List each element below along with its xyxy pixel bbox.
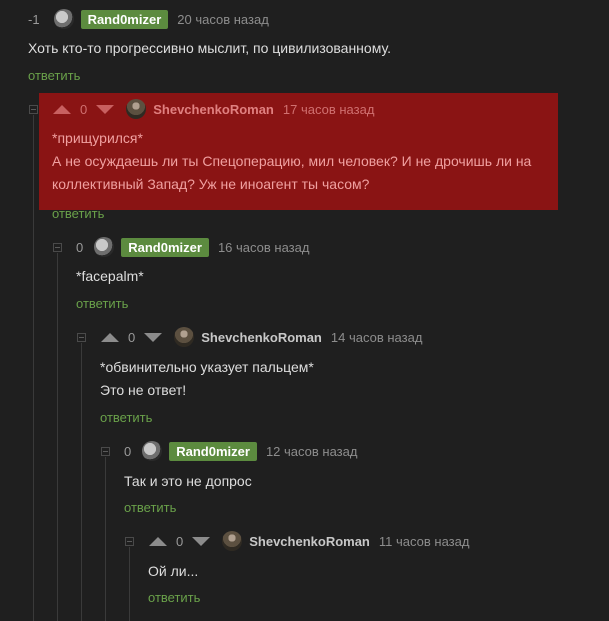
collapse-toggle[interactable] <box>101 447 110 456</box>
timestamp[interactable]: 11 часов назад <box>379 534 470 549</box>
collapse-toggle[interactable] <box>29 105 38 114</box>
text-line: *facepalm* <box>76 268 144 284</box>
author-name[interactable]: ShevchenkoRoman <box>201 330 322 345</box>
comment-text: Ой ли... <box>148 560 198 583</box>
author-name[interactable]: ShevchenkoRoman <box>153 102 274 117</box>
rating-value: -1 <box>28 11 40 27</box>
avatar[interactable] <box>126 99 147 119</box>
timestamp[interactable]: 20 часов назад <box>177 12 269 27</box>
thread-line <box>33 115 34 621</box>
collapse-toggle[interactable] <box>53 243 62 252</box>
avatar[interactable] <box>222 531 243 551</box>
rating-value: 0 <box>80 101 88 117</box>
author-badge[interactable]: Rand0mizer <box>169 441 257 461</box>
thread-line <box>81 343 82 621</box>
comment-header: 0 ShevchenkoRoman 11 часов назад <box>149 530 469 552</box>
timestamp[interactable]: 17 часов назад <box>283 102 375 117</box>
author-name[interactable]: ShevchenkoRoman <box>249 534 370 549</box>
rating-value: 0 <box>128 329 136 345</box>
comment-header: -1 Rand0mizer 20 часов назад <box>28 8 269 30</box>
comment-header: 0 Rand0mizer 12 часов назад <box>124 440 357 462</box>
rating-value: 0 <box>124 443 132 459</box>
downvote-icon[interactable] <box>144 332 163 342</box>
upvote-icon[interactable] <box>149 536 167 546</box>
text-line: *обвинительно указует пальцем* <box>100 359 314 375</box>
text-line: коллективный Запад? Уж не иноагент ты ча… <box>52 176 370 192</box>
text-line: Ой ли... <box>148 563 199 579</box>
thread-line <box>57 253 58 621</box>
upvote-icon[interactable] <box>53 104 71 114</box>
text-line: *прищурился* <box>52 130 143 146</box>
reply-link[interactable]: ответить <box>52 206 104 221</box>
avatar[interactable] <box>174 327 195 347</box>
reply-link[interactable]: ответить <box>124 500 176 515</box>
comment-text: Так и это не допрос <box>124 470 252 493</box>
reply-link[interactable]: ответить <box>100 410 152 425</box>
avatar[interactable] <box>142 441 163 461</box>
thread-line <box>105 457 106 621</box>
rating-value: 0 <box>76 239 84 255</box>
timestamp[interactable]: 14 часов назад <box>331 330 423 345</box>
downvote-icon[interactable] <box>96 104 115 114</box>
downvote-icon[interactable] <box>192 536 211 546</box>
author-badge[interactable]: Rand0mizer <box>121 237 209 257</box>
text-line: Так и это не допрос <box>124 473 252 489</box>
text-line: Хоть кто-то прогрессивно мыслит, по циви… <box>28 40 391 56</box>
rating-value: 0 <box>176 533 184 549</box>
avatar[interactable] <box>53 9 74 29</box>
comment-text: *facepalm* <box>76 265 144 288</box>
comment-text: Хоть кто-то прогрессивно мыслит, по циви… <box>28 37 391 60</box>
text-line: Это не ответ! <box>100 382 187 398</box>
text-line: А не осуждаешь ли ты Спецоперацию, мил ч… <box>52 153 532 169</box>
thread-line <box>129 547 130 621</box>
reply-link[interactable]: ответить <box>28 68 80 83</box>
comment-header: 0 ShevchenkoRoman 14 часов назад <box>101 326 422 348</box>
upvote-icon[interactable] <box>101 332 119 342</box>
comment-text: *обвинительно указует пальцем* Это не от… <box>100 356 314 402</box>
comment-header: 0 ShevchenkoRoman 17 часов назад <box>53 98 374 120</box>
comment-text: *прищурился* А не осуждаешь ли ты Спецоп… <box>52 127 552 196</box>
timestamp[interactable]: 16 часов назад <box>218 240 310 255</box>
avatar[interactable] <box>94 237 115 257</box>
comment-header: 0 Rand0mizer 16 часов назад <box>76 236 309 258</box>
collapse-toggle[interactable] <box>77 333 86 342</box>
timestamp[interactable]: 12 часов назад <box>266 444 358 459</box>
author-badge[interactable]: Rand0mizer <box>80 9 169 29</box>
reply-link[interactable]: ответить <box>148 590 200 605</box>
collapse-toggle[interactable] <box>125 537 134 546</box>
reply-link[interactable]: ответить <box>76 296 128 311</box>
